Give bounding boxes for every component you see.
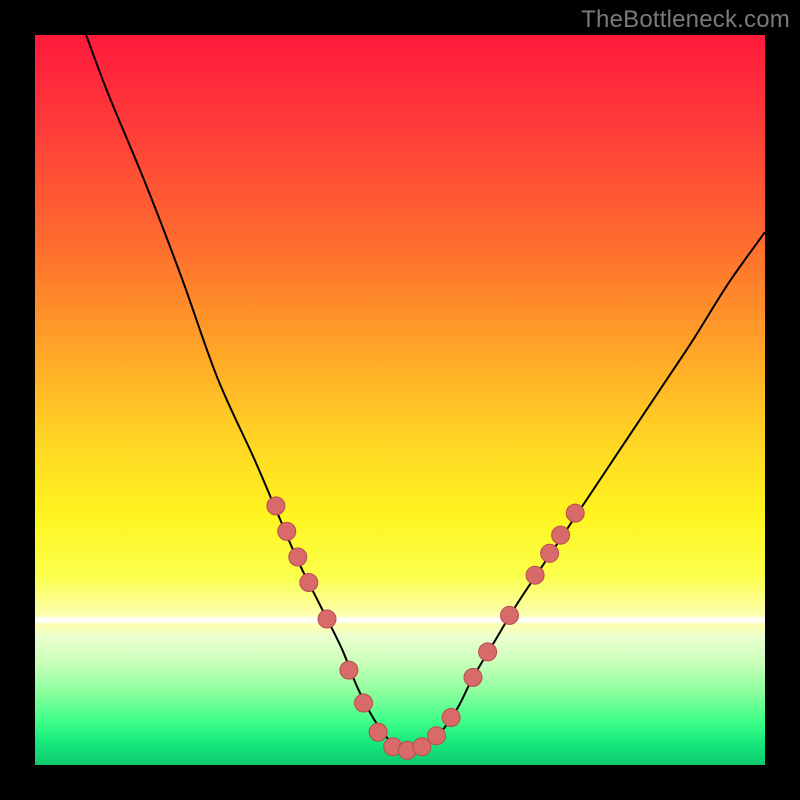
curve-marker-dot bbox=[384, 738, 402, 756]
chart-frame: TheBottleneck.com bbox=[0, 0, 800, 800]
curve-marker-dot bbox=[464, 668, 482, 686]
curve-marker-dot bbox=[398, 741, 416, 759]
bottleneck-curve bbox=[35, 35, 765, 765]
curve-marker-dot bbox=[566, 504, 584, 522]
curve-marker-dot bbox=[340, 661, 358, 679]
curve-marker-dot bbox=[541, 544, 559, 562]
curve-marker-dot bbox=[501, 606, 519, 624]
curve-marker-dot bbox=[369, 723, 387, 741]
curve-marker-dot bbox=[526, 566, 544, 584]
curve-marker-dot bbox=[442, 709, 460, 727]
curve-path bbox=[86, 35, 765, 752]
plot-area bbox=[35, 35, 765, 765]
curve-marker-dot bbox=[428, 727, 446, 745]
curve-marker-dot bbox=[300, 574, 318, 592]
curve-marker-dot bbox=[413, 738, 431, 756]
curve-marker-dot bbox=[479, 643, 497, 661]
curve-marker-dot bbox=[289, 548, 307, 566]
curve-marker-dot bbox=[318, 610, 336, 628]
curve-markers bbox=[267, 497, 584, 760]
curve-marker-dot bbox=[355, 694, 373, 712]
curve-marker-dot bbox=[267, 497, 285, 515]
curve-marker-dot bbox=[278, 522, 296, 540]
watermark: TheBottleneck.com bbox=[581, 6, 790, 34]
curve-marker-dot bbox=[552, 526, 570, 544]
